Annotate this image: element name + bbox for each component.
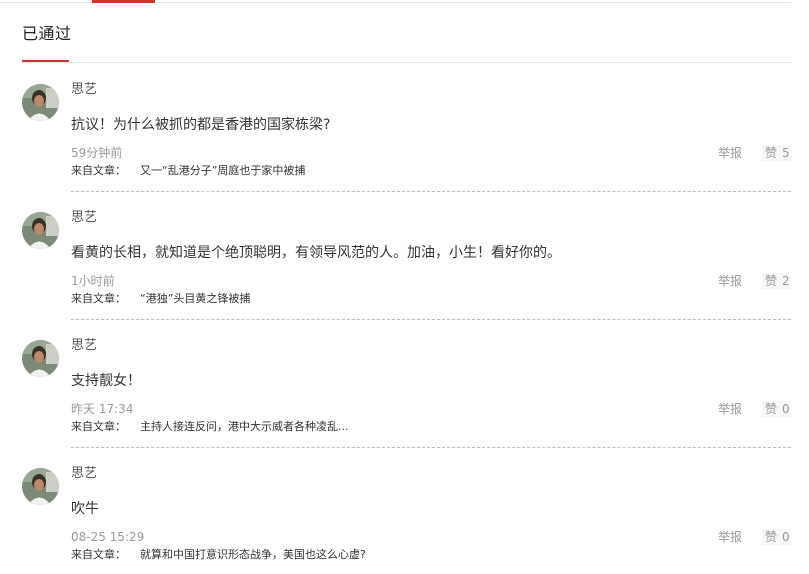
comment-list: 思艺 抗议！为什么被抓的都是香港的国家栋梁? 59分钟前 来自文章： 又一“乱港分… bbox=[0, 64, 809, 574]
user-avatar-icon[interactable] bbox=[22, 212, 59, 249]
source-article-link[interactable]: “港独”头目黄之锋被捕 bbox=[140, 292, 250, 305]
like-button[interactable]: 赞0 bbox=[762, 401, 790, 417]
comment-username[interactable]: 思艺 bbox=[71, 81, 97, 99]
comment-item: 思艺 看黄的长相，就知道是个绝顶聪明，有领导风范的人。加油，小生！看好你的。 1… bbox=[0, 192, 809, 320]
like-count: 0 bbox=[782, 530, 790, 544]
section-title-underline bbox=[22, 60, 69, 62]
user-avatar-icon[interactable] bbox=[22, 84, 59, 121]
source-label: 来自文章： bbox=[71, 420, 126, 433]
section-header: 已通过 bbox=[0, 0, 791, 64]
comment-text: 吹牛 bbox=[71, 501, 99, 517]
comment-text: 抗议！为什么被抓的都是香港的国家栋梁? bbox=[71, 117, 331, 133]
comment-username[interactable]: 思艺 bbox=[71, 465, 97, 483]
source-article-link[interactable]: 主持人接连反问，港中大示威者各种凌乱... bbox=[140, 420, 349, 433]
comment-item: 思艺 吹牛 08-25 15:29 来自文章： 就算和中国打意识形态战争，美国也这… bbox=[0, 448, 809, 574]
like-label: 赞 bbox=[765, 274, 778, 288]
like-button[interactable]: 赞5 bbox=[762, 145, 790, 161]
comment-timestamp: 59分钟前 bbox=[71, 146, 123, 160]
user-avatar-icon[interactable] bbox=[22, 468, 59, 505]
comment-source: 来自文章： 又一“乱港分子”周庭也于家中被捕 bbox=[71, 163, 305, 179]
comment-timestamp: 08-25 15:29 bbox=[71, 530, 145, 544]
comment-text: 支持靓女！ bbox=[71, 373, 141, 389]
comment-source: 来自文章： 主持人接连反问，港中大示威者各种凌乱... bbox=[71, 419, 349, 435]
source-label: 来自文章： bbox=[71, 548, 126, 561]
source-article-link[interactable]: 又一“乱港分子”周庭也于家中被捕 bbox=[140, 164, 305, 177]
section-title[interactable]: 已通过 bbox=[22, 24, 72, 44]
user-avatar-icon[interactable] bbox=[22, 340, 59, 377]
report-button[interactable]: 举报 bbox=[718, 529, 742, 545]
comment-item: 思艺 支持靓女！ 昨天 17:34 来自文章： 主持人接连反问，港中大示威者各种凌… bbox=[0, 320, 809, 448]
report-button[interactable]: 举报 bbox=[718, 273, 742, 289]
like-button[interactable]: 赞2 bbox=[762, 273, 790, 289]
report-button[interactable]: 举报 bbox=[718, 145, 742, 161]
section-divider bbox=[22, 62, 791, 63]
source-article-link[interactable]: 就算和中国打意识形态战争，美国也这么心虚? bbox=[140, 548, 366, 561]
comments-page: 已通过 思艺 抗议！为什么被抓的都是香港的国家栋梁? 59分钟前 来自文章： 又一… bbox=[0, 0, 809, 574]
like-count: 5 bbox=[782, 146, 790, 160]
comment-text: 看黄的长相，就知道是个绝顶聪明，有领导风范的人。加油，小生！看好你的。 bbox=[71, 245, 561, 261]
comment-item: 思艺 抗议！为什么被抓的都是香港的国家栋梁? 59分钟前 来自文章： 又一“乱港分… bbox=[0, 64, 809, 192]
report-button[interactable]: 举报 bbox=[718, 401, 742, 417]
source-label: 来自文章： bbox=[71, 292, 126, 305]
comment-timestamp: 昨天 17:34 bbox=[71, 402, 134, 416]
like-label: 赞 bbox=[765, 530, 778, 544]
comment-username[interactable]: 思艺 bbox=[71, 209, 97, 227]
source-label: 来自文章： bbox=[71, 164, 126, 177]
like-label: 赞 bbox=[765, 146, 778, 160]
comment-source: 来自文章： “港独”头目黄之锋被捕 bbox=[71, 291, 250, 307]
comment-source: 来自文章： 就算和中国打意识形态战争，美国也这么心虚? bbox=[71, 547, 366, 563]
like-count: 0 bbox=[782, 402, 790, 416]
like-label: 赞 bbox=[765, 402, 778, 416]
like-count: 2 bbox=[782, 274, 790, 288]
like-button[interactable]: 赞0 bbox=[762, 529, 790, 545]
comment-username[interactable]: 思艺 bbox=[71, 337, 97, 355]
comment-timestamp: 1小时前 bbox=[71, 274, 115, 288]
